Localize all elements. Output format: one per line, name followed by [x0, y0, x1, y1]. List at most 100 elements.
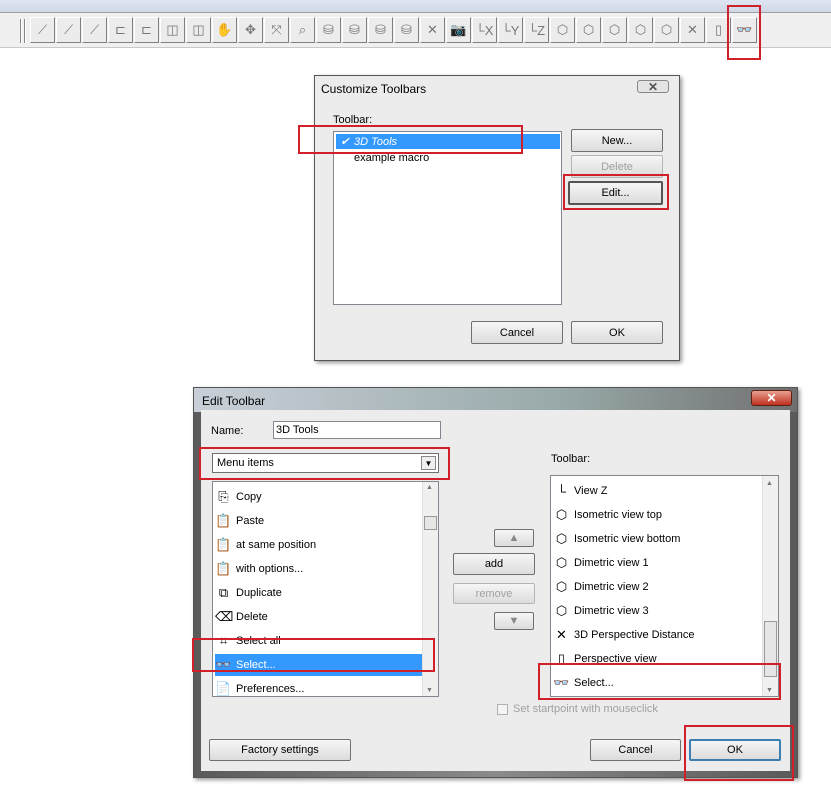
list-item[interactable]: ▯ Perspective view [553, 648, 657, 670]
toolbar-button-cylinder-solid[interactable]: ⛁ [394, 17, 419, 43]
toolbar-button-binoculars[interactable]: 👓 [732, 17, 757, 43]
cancel-button[interactable]: Cancel [590, 739, 681, 761]
paste-options-icon: 📋 [215, 561, 232, 576]
toolbar-button-view-z[interactable]: └Z [524, 17, 549, 43]
list-item[interactable]: ⬡ Isometric view bottom [553, 528, 681, 550]
name-input[interactable] [273, 421, 441, 439]
toolbar-button-perspective-view[interactable]: ▯ [706, 17, 731, 43]
list-item[interactable]: ⎘ Copy [215, 486, 262, 508]
edit-button[interactable]: Edit... [568, 181, 663, 205]
toolbar-button-cylinder-shaded[interactable]: ⛁ [368, 17, 393, 43]
toolbar-button-cylinder[interactable]: ⛁ [316, 17, 341, 43]
toolbar-items-list[interactable]: ▲ ▼ └ View Z ⬡ Isometric view top ⬡ Isometric… [550, 475, 779, 697]
isometric-bottom-icon: ⬡ [555, 531, 568, 546]
scroll-down-icon[interactable]: ▼ [426, 687, 433, 694]
delete-button[interactable]: Delete [571, 155, 663, 178]
scroll-up-icon[interactable]: ▲ [766, 480, 773, 487]
scrollbar-thumb[interactable] [764, 621, 777, 677]
scroll-down-icon[interactable]: ▼ [766, 687, 773, 694]
toolbar-button-view-x[interactable]: └X [472, 17, 497, 43]
remove-button[interactable]: remove [453, 583, 535, 604]
toolbar-grip[interactable] [20, 19, 22, 43]
toolbar-grip[interactable] [24, 19, 26, 43]
toolbar-button-measure-curve[interactable]: ⊏ [134, 17, 159, 43]
list-item[interactable]: ⧉ Duplicate [215, 582, 282, 604]
toolbar-button-view-y[interactable]: └Y [498, 17, 523, 43]
ok-button[interactable]: OK [689, 739, 781, 761]
isometric-top-icon: ⬡ [555, 507, 568, 522]
list-item[interactable]: ⌫ Delete [215, 606, 268, 628]
list-item[interactable]: └ View Z [553, 480, 608, 502]
toolbar-button-pointer-p[interactable]: ⟋ [56, 17, 81, 43]
list-item[interactable]: ⬡ Dimetric view 2 [553, 576, 649, 598]
close-icon[interactable]: ✕ [637, 80, 669, 94]
paste-icon: 📋 [215, 513, 232, 528]
new-button[interactable]: New... [571, 129, 663, 152]
toolbar-button-move-out[interactable]: ⤧ [264, 17, 289, 43]
list-item[interactable]: ⌗ Select all [215, 630, 281, 652]
list-item[interactable]: 📋 at same position [215, 534, 316, 556]
toolbar-button-dimetric-3[interactable]: ⬡ [654, 17, 679, 43]
list-item-label: Perspective view [574, 653, 657, 665]
cancel-button[interactable]: Cancel [471, 321, 563, 344]
list-item[interactable]: 📋 Paste [215, 510, 264, 532]
scrollbar[interactable]: ▲ ▼ [422, 482, 438, 696]
list-item-label: Preferences... [236, 683, 305, 695]
toolbar-button-dimetric-2[interactable]: ⬡ [628, 17, 653, 43]
toolbar-button-rect-shape[interactable]: ◫ [160, 17, 185, 43]
perspective-distance-icon: ✕ [556, 627, 567, 642]
list-item[interactable]: ⬡ Isometric view top [553, 504, 662, 526]
list-item-3d-tools[interactable]: ✔ 3D Tools [336, 134, 560, 149]
list-item[interactable]: ⬡ Dimetric view 1 [553, 552, 649, 574]
toolbar-button-isometric-top[interactable]: ⬡ [550, 17, 575, 43]
scroll-up-icon[interactable]: ▲ [426, 484, 433, 491]
category-dropdown[interactable]: Menu items ▼ [212, 453, 439, 473]
toolbar-button-pointer[interactable]: ⟋ [30, 17, 55, 43]
view-z-icon: └Z [527, 22, 546, 38]
toolbar-button-move-in[interactable]: ✥ [238, 17, 263, 43]
add-button[interactable]: add [453, 553, 535, 575]
list-item-label: Paste [236, 515, 265, 527]
set-startpoint-checkbox[interactable]: Set startpoint with mouseclick [497, 703, 658, 715]
toolbar-button-zoom-window[interactable]: ⌕ [290, 17, 315, 43]
scrollbar[interactable]: ▲ ▼ [762, 476, 778, 696]
chevron-down-icon[interactable]: ▼ [421, 456, 436, 470]
available-items-list[interactable]: ▲ ▼ ⎘ Copy 📋 Paste 📋 at same position 📋 with op… [212, 481, 439, 697]
move-up-button[interactable]: ▲ [494, 529, 534, 547]
toolbar-button-perspective-distance-2[interactable]: ✕ [680, 17, 705, 43]
list-item-label: Dimetric view 3 [574, 605, 649, 617]
list-item-label: Copy [236, 491, 262, 503]
scrollbar-thumb[interactable] [424, 516, 437, 530]
toolbar-button-cylinder-plain[interactable]: ⛁ [342, 17, 367, 43]
list-item-label: 3D Tools [354, 135, 398, 148]
duplicate-icon: ⧉ [218, 585, 229, 600]
close-icon[interactable]: ✕ [751, 390, 792, 406]
list-item[interactable]: 📋 with options... [215, 558, 303, 580]
perspective-distance-icon: ✕ [427, 22, 438, 37]
list-item[interactable]: 📄 Preferences... [215, 678, 304, 700]
toolbar-button-measure-rect[interactable]: ⊏ [108, 17, 133, 43]
factory-settings-button[interactable]: Factory settings [209, 739, 351, 761]
toolbar-list[interactable]: ✔ 3D Tools example macro [333, 131, 562, 305]
list-item-example-macro[interactable]: example macro [354, 152, 429, 164]
list-item[interactable]: 👓 Select... [553, 672, 613, 694]
move-down-button[interactable]: ▼ [494, 612, 534, 630]
preferences-icon: 📄 [215, 681, 232, 696]
list-item[interactable]: 👓 Select... [215, 654, 422, 676]
toolbar-button-hand-pan[interactable]: ✋ [212, 17, 237, 43]
list-item-label: Dimetric view 2 [574, 581, 649, 593]
edit-toolbar-dialog: Edit Toolbar ✕ Name: Menu items ▼ ▲ ▼ ⎘ C… [193, 387, 798, 778]
toolbar-button-perspective-distance[interactable]: ✕ [420, 17, 445, 43]
toolbar-button-camera[interactable]: 📷 [446, 17, 471, 43]
toolbar-button-isometric-bottom[interactable]: ⬡ [576, 17, 601, 43]
list-item[interactable]: ✕ 3D Perspective Distance [553, 624, 694, 646]
toolbar-button-pointer-star[interactable]: ⟋ [82, 17, 107, 43]
ok-button[interactable]: OK [571, 321, 663, 344]
dimetric-1-icon: ⬡ [608, 22, 621, 37]
toolbar-button-curve-shape[interactable]: ◫ [186, 17, 211, 43]
move-out-icon: ⤧ [271, 22, 282, 37]
toolbar-button-dimetric-1[interactable]: ⬡ [602, 17, 627, 43]
checkbox-box[interactable] [497, 703, 508, 715]
dropdown-value: Menu items [217, 457, 274, 469]
list-item[interactable]: ⬡ Dimetric view 3 [553, 600, 649, 622]
